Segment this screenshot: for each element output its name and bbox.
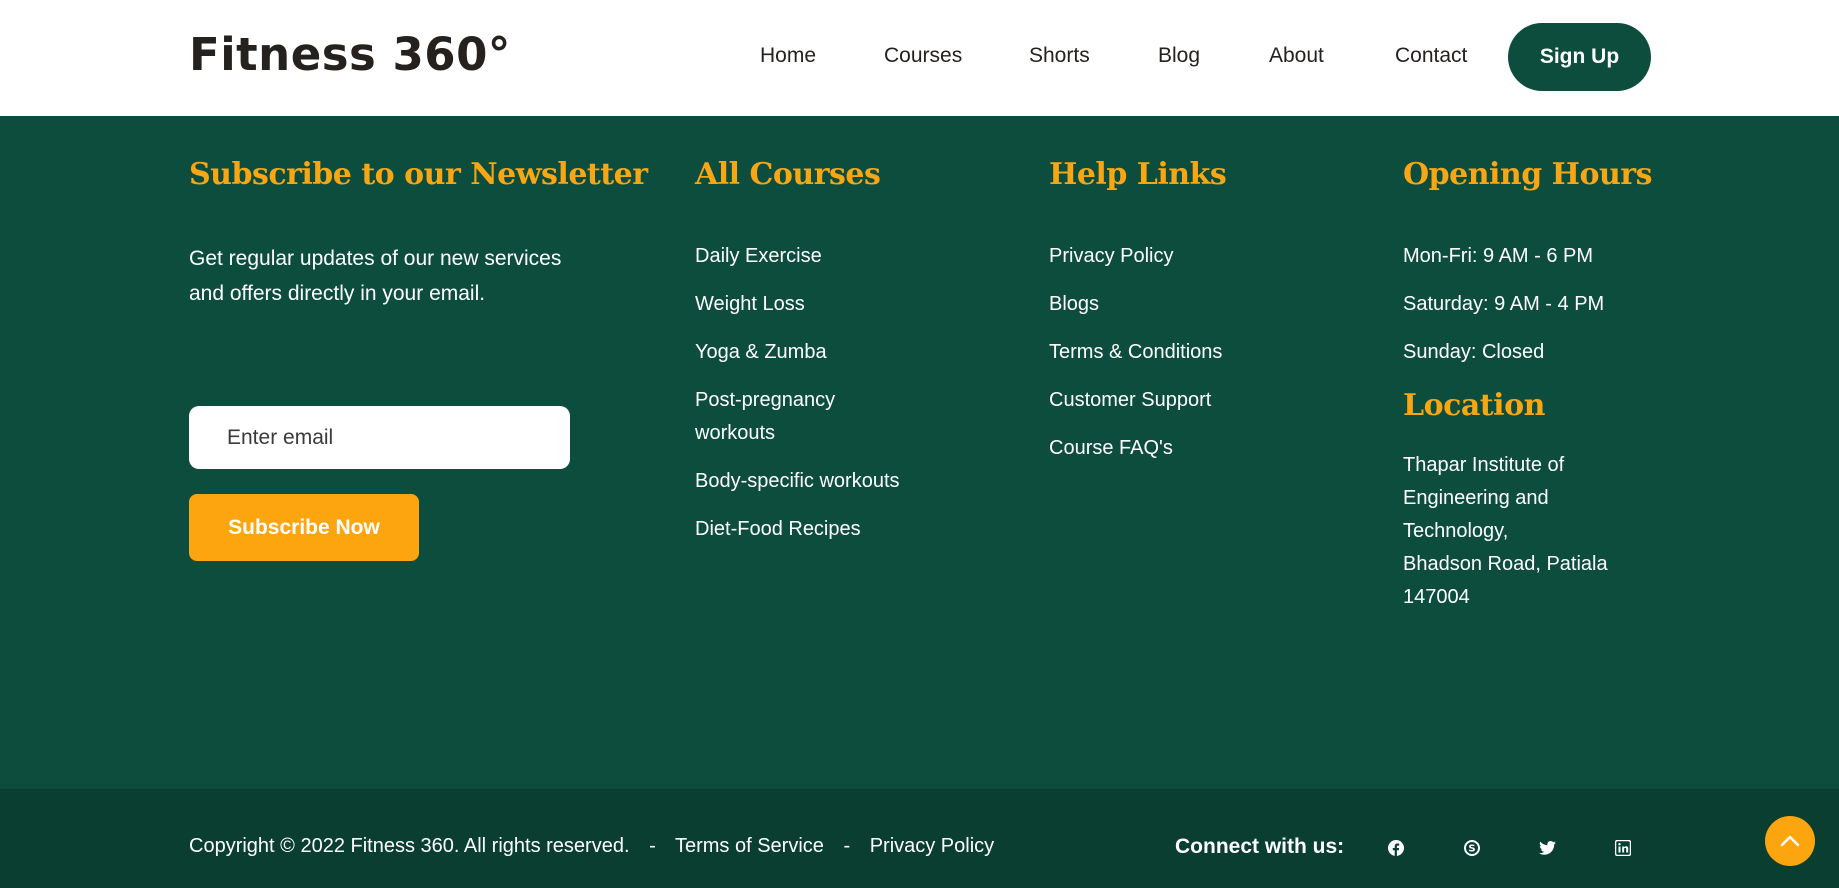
site-header: Fitness 360° Home Courses Shorts Blog Ab…	[0, 0, 1839, 116]
address-line-2: Bhadson Road, Patiala 147004	[1403, 553, 1608, 608]
twitter-icon[interactable]	[1537, 838, 1557, 858]
help-link-course-faq[interactable]: Course FAQ's	[1049, 432, 1299, 465]
course-link-daily-exercise[interactable]: Daily Exercise	[695, 240, 925, 273]
hours-weekday: Mon-Fri: 9 AM - 6 PM	[1403, 245, 1594, 267]
nav-courses[interactable]: Courses	[884, 44, 962, 68]
help-links-title: Help Links	[1049, 157, 1227, 192]
terms-of-service-link[interactable]: Terms of Service	[675, 835, 824, 857]
svg-text:S: S	[1468, 844, 1475, 855]
opening-hours-title: Opening Hours	[1403, 157, 1653, 192]
nav-home[interactable]: Home	[760, 44, 816, 68]
location-address: Thapar Institute of Engineering and Tech…	[1403, 449, 1633, 614]
course-link-yoga-zumba[interactable]: Yoga & Zumba	[695, 336, 925, 369]
course-link-post-pregnancy[interactable]: Post-pregnancy workouts	[695, 384, 865, 450]
facebook-icon[interactable]	[1386, 838, 1406, 858]
privacy-policy-link[interactable]: Privacy Policy	[870, 835, 994, 857]
help-link-customer-support[interactable]: Customer Support	[1049, 384, 1299, 417]
email-input[interactable]	[189, 406, 570, 469]
hours-sunday: Sunday: Closed	[1403, 341, 1545, 363]
sign-up-button[interactable]: Sign Up	[1508, 23, 1651, 91]
back-to-top-button[interactable]	[1765, 816, 1815, 866]
opening-hours-list: Mon-Fri: 9 AM - 6 PM Saturday: 9 AM - 4 …	[1403, 240, 1604, 384]
help-link-privacy-policy[interactable]: Privacy Policy	[1049, 240, 1299, 273]
linkedin-icon[interactable]	[1613, 838, 1633, 858]
footer-legal: Copyright © 2022 Fitness 360. All rights…	[189, 835, 1008, 858]
course-link-weight-loss[interactable]: Weight Loss	[695, 288, 925, 321]
newsletter-description: Get regular updates of our new services …	[189, 247, 562, 305]
nav-contact[interactable]: Contact	[1395, 44, 1467, 68]
hours-saturday: Saturday: 9 AM - 4 PM	[1403, 293, 1605, 315]
connect-label: Connect with us:	[1175, 835, 1345, 858]
footer-separator: -	[649, 835, 656, 857]
help-link-blogs[interactable]: Blogs	[1049, 288, 1299, 321]
help-link-terms[interactable]: Terms & Conditions	[1049, 336, 1299, 369]
courses-title: All Courses	[695, 157, 881, 192]
copyright-text: Copyright © 2022 Fitness 360. All rights…	[189, 835, 630, 857]
location-title: Location	[1403, 388, 1545, 423]
course-link-body-specific[interactable]: Body-specific workouts	[695, 465, 925, 498]
nav-blog[interactable]: Blog	[1158, 44, 1200, 68]
address-line-1: Thapar Institute of Engineering and Tech…	[1403, 454, 1565, 542]
nav-shorts[interactable]: Shorts	[1029, 44, 1090, 68]
footer-separator: -	[843, 835, 851, 857]
newsletter-title: Subscribe to our Newsletter	[189, 157, 648, 192]
courses-list: Daily Exercise Weight Loss Yoga & Zumba …	[695, 240, 925, 561]
chevron-up-icon	[1780, 835, 1800, 847]
help-links-list: Privacy Policy Blogs Terms & Conditions …	[1049, 240, 1299, 480]
nav-about[interactable]: About	[1269, 44, 1324, 68]
subscribe-button[interactable]: Subscribe Now	[189, 494, 419, 561]
skype-icon[interactable]: S	[1462, 838, 1482, 858]
course-link-diet-food[interactable]: Diet-Food Recipes	[695, 513, 925, 546]
